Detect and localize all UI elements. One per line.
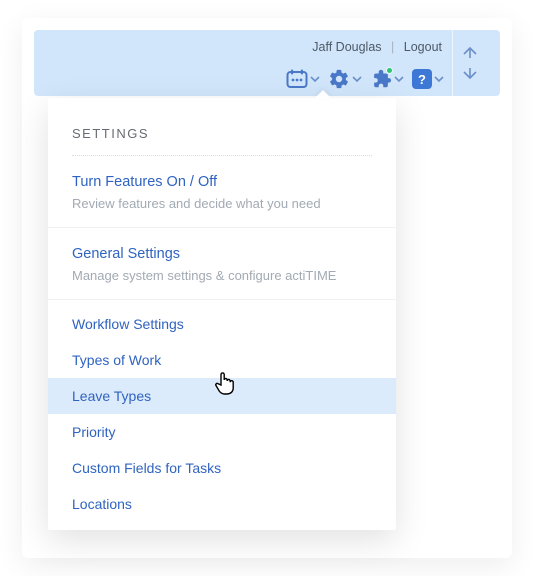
toolbar: ? — [286, 68, 444, 90]
app-panel: Jaff Douglas | Logout — [22, 18, 512, 558]
dropdown-block-head: Turn Features On / Off — [72, 174, 372, 190]
dropdown-block-sub: Manage system settings & configure actiT… — [72, 268, 372, 283]
logout-link[interactable]: Logout — [404, 40, 442, 54]
dropdown-item-locations[interactable]: Locations — [48, 486, 396, 522]
dropdown-item-leave-types[interactable]: Leave Types — [48, 378, 396, 414]
chevron-down-icon — [352, 74, 362, 84]
gear-icon — [328, 68, 350, 90]
dropdown-item-workflow-settings[interactable]: Workflow Settings — [48, 306, 396, 342]
dropdown-list: Workflow Settings Types of Work Leave Ty… — [48, 300, 396, 522]
top-bar: Jaff Douglas | Logout — [34, 30, 500, 96]
dropdown-block-sub: Review features and decide what you need — [72, 196, 372, 211]
collapse-icon[interactable] — [461, 67, 479, 81]
dropdown-title: SETTINGS — [48, 98, 396, 155]
chevron-down-icon — [394, 74, 404, 84]
integrations-menu[interactable] — [370, 68, 404, 90]
separator: | — [391, 40, 394, 54]
dropdown-item-priority[interactable]: Priority — [48, 414, 396, 450]
dropdown-block-head: General Settings — [72, 246, 372, 262]
dropdown-item-custom-fields[interactable]: Custom Fields for Tasks — [48, 450, 396, 486]
dropdown-item-types-of-work[interactable]: Types of Work — [48, 342, 396, 378]
settings-dropdown: SETTINGS Turn Features On / Off Review f… — [48, 98, 396, 530]
calendar-icon — [286, 69, 308, 89]
chevron-down-icon — [434, 74, 444, 84]
chevron-down-icon — [310, 74, 320, 84]
expand-icon[interactable] — [461, 45, 479, 59]
expand-collapse-group — [452, 30, 486, 96]
notification-dot — [386, 67, 393, 74]
help-icon: ? — [412, 69, 432, 89]
puzzle-icon — [370, 68, 392, 90]
settings-menu-trigger[interactable] — [328, 68, 362, 90]
user-name-link[interactable]: Jaff Douglas — [312, 40, 381, 54]
user-line: Jaff Douglas | Logout — [312, 40, 442, 54]
calendar-menu[interactable] — [286, 69, 320, 89]
help-menu[interactable]: ? — [412, 69, 444, 89]
dropdown-block-general[interactable]: General Settings Manage system settings … — [48, 228, 396, 300]
dropdown-block-features[interactable]: Turn Features On / Off Review features a… — [48, 156, 396, 228]
